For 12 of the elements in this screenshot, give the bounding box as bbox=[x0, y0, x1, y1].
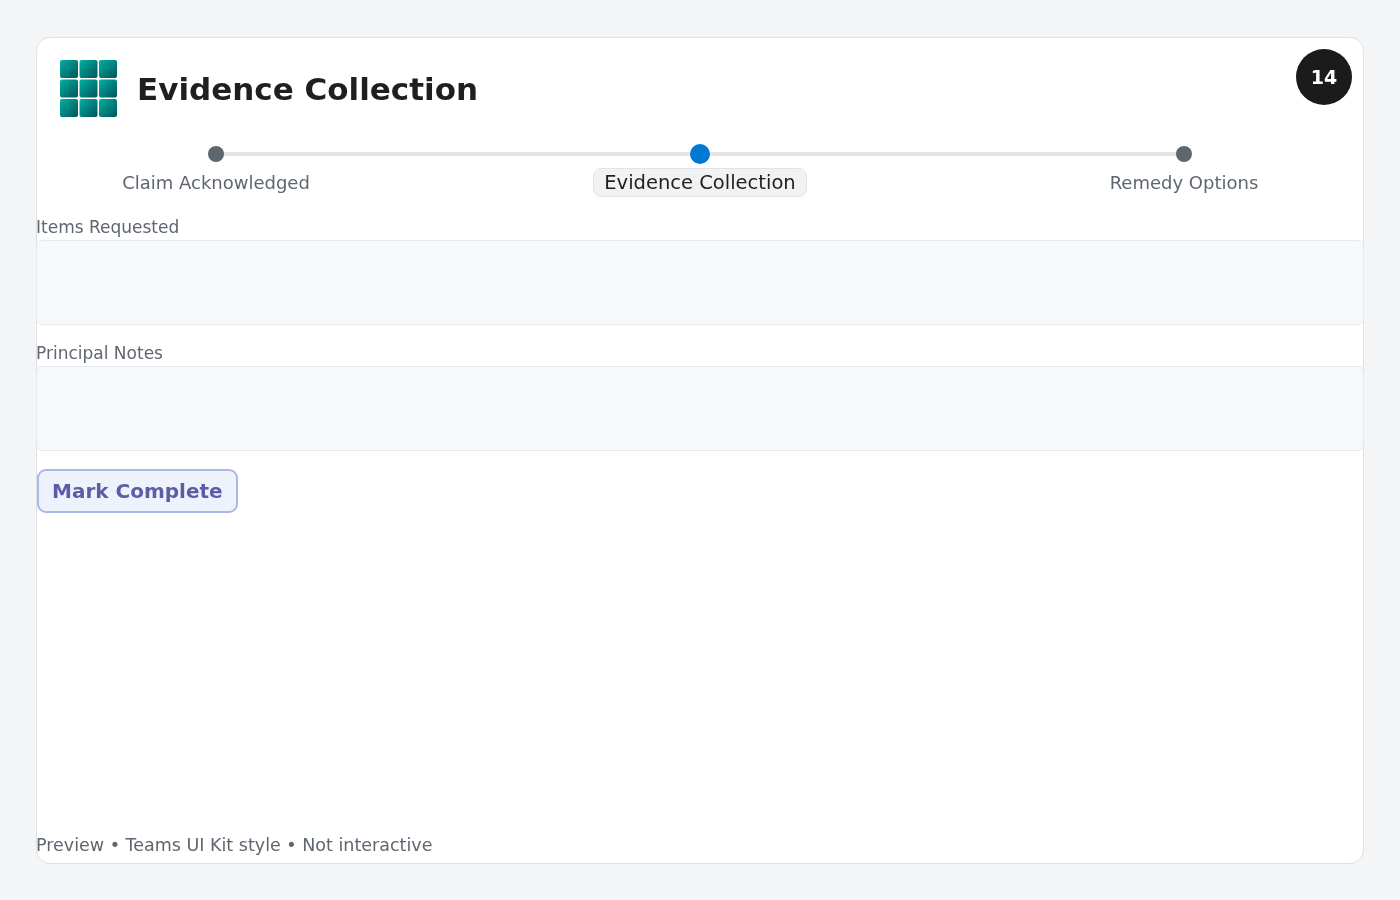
step-label[interactable]: Remedy Options bbox=[1098, 169, 1270, 196]
count-badge: 14 bbox=[1296, 49, 1352, 105]
page-title: Evidence Collection bbox=[137, 70, 478, 107]
footer-note: Preview • Teams UI Kit style • Not interactive bbox=[36, 835, 434, 855]
step-label[interactable]: Claim Acknowledged bbox=[111, 169, 321, 196]
grid-logo-icon bbox=[60, 60, 117, 117]
field-label: Principal Notes bbox=[36, 342, 164, 365]
field-label: Items Requested bbox=[36, 216, 181, 239]
text-area-field[interactable] bbox=[36, 366, 1364, 451]
mark-complete-button[interactable]: Mark Complete bbox=[37, 469, 238, 513]
text-area-field[interactable] bbox=[36, 240, 1364, 325]
step-label[interactable]: Evidence Collection bbox=[593, 168, 807, 197]
